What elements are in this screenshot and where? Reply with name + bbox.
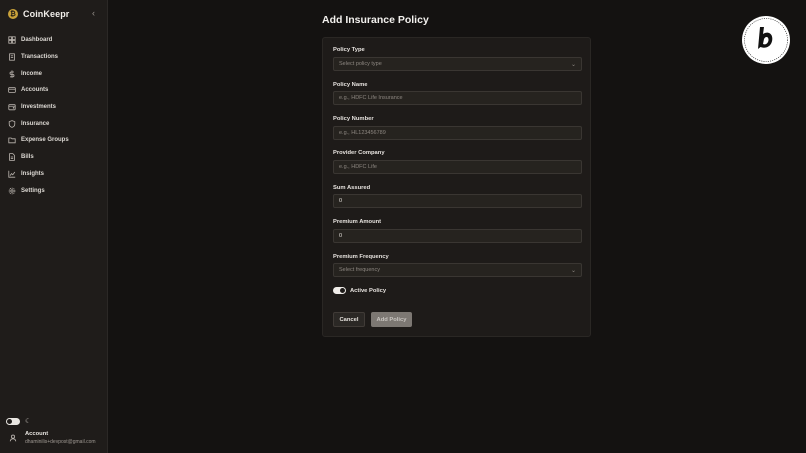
active-policy-label: Active Policy	[350, 287, 387, 294]
sidebar-item-label: Settings	[21, 187, 45, 194]
premium-amount-input[interactable]: 0	[333, 229, 582, 243]
dashboard-icon	[7, 36, 16, 45]
policy-type-select[interactable]: Select policy type ⌄	[333, 57, 582, 71]
brand[interactable]: ₿ CoinKeepr	[8, 8, 100, 20]
account-title: Account	[25, 431, 49, 437]
add-policy-form: Policy Type Select policy type ⌄ Policy …	[322, 37, 591, 337]
active-policy-row[interactable]: Active Policy	[333, 287, 386, 294]
premium-frequency-label: Premium Frequency	[333, 254, 389, 260]
sidebar-item-settings[interactable]: Settings	[0, 182, 107, 199]
sidebar-item-insurance[interactable]: Insurance	[0, 115, 107, 132]
premium-frequency-select[interactable]: Select frequency ⌄	[333, 263, 582, 277]
sum-assured-value: 0	[339, 198, 343, 204]
premium-amount-value: 0	[339, 233, 343, 239]
provider-company-label: Provider Company	[333, 150, 385, 156]
moon-icon: ☾	[25, 418, 32, 425]
sidebar-item-label: Expense Groups	[21, 137, 69, 144]
sum-assured-label: Sum Assured	[333, 185, 371, 191]
file-icon	[7, 153, 16, 162]
policy-type-label: Policy Type	[333, 47, 365, 53]
sidebar-item-label: Insurance	[21, 120, 50, 127]
sidebar: ₿ CoinKeepr ‹ Dashboard Transactions Inc…	[0, 0, 108, 453]
collapse-sidebar-icon[interactable]: ‹	[92, 8, 95, 18]
app-name: CoinKeepr	[23, 9, 70, 19]
sidebar-item-label: Investments	[21, 104, 57, 111]
premium-amount-label: Premium Amount	[333, 219, 382, 225]
receipt-icon	[7, 53, 16, 62]
folder-icon	[7, 136, 16, 145]
sidebar-item-label: Transactions	[21, 54, 59, 61]
wallet-icon	[7, 103, 16, 112]
provider-company-input[interactable]: e.g., HDFC Life	[333, 160, 582, 174]
sidebar-item-label: Accounts	[21, 87, 49, 94]
chart-icon	[7, 169, 16, 178]
sidebar-item-label: Insights	[21, 170, 45, 177]
dollar-icon	[7, 69, 16, 78]
sidebar-item-transactions[interactable]: Transactions	[0, 49, 107, 66]
premium-frequency-placeholder: Select frequency	[339, 267, 380, 273]
sidebar-item-bills[interactable]: Bills	[0, 149, 107, 166]
sidebar-nav: Dashboard Transactions Income Accounts I…	[0, 32, 107, 199]
provider-company-placeholder: e.g., HDFC Life	[339, 164, 377, 170]
account-email: dhaminilis+devpost@gmail.com	[25, 439, 96, 445]
page-title: Add Insurance Policy	[322, 14, 429, 26]
shield-icon	[7, 119, 16, 128]
sidebar-item-label: Income	[21, 70, 43, 77]
sidebar-item-insights[interactable]: Insights	[0, 166, 107, 183]
sum-assured-input[interactable]: 0	[333, 194, 582, 208]
sidebar-item-label: Bills	[21, 154, 34, 161]
account-menu[interactable]: Account dhaminilis+devpost@gmail.com	[7, 431, 96, 445]
sidebar-item-label: Dashboard	[21, 37, 53, 44]
theme-switch[interactable]: ☾	[6, 417, 31, 425]
gear-icon	[7, 186, 16, 195]
active-policy-switch[interactable]	[333, 287, 346, 294]
policy-number-label: Policy Number	[333, 116, 374, 122]
theme-toggle[interactable]	[6, 417, 20, 425]
cancel-button[interactable]: Cancel	[333, 312, 365, 327]
sidebar-item-expense-groups[interactable]: Expense Groups	[0, 132, 107, 149]
policy-number-input[interactable]: e.g., HL123456789	[333, 126, 582, 140]
sidebar-item-dashboard[interactable]: Dashboard	[0, 32, 107, 49]
sidebar-item-accounts[interactable]: Accounts	[0, 82, 107, 99]
sidebar-item-investments[interactable]: Investments	[0, 99, 107, 116]
policy-type-placeholder: Select policy type	[339, 61, 382, 67]
bolt-badge[interactable]	[741, 15, 791, 65]
sidebar-item-income[interactable]: Income	[0, 65, 107, 82]
chevron-down-icon: ⌄	[570, 268, 576, 274]
policy-name-placeholder: e.g., HDFC Life Insurance	[339, 95, 403, 101]
chevron-down-icon: ⌄	[570, 62, 576, 68]
credit-card-icon	[7, 86, 16, 95]
policy-name-input[interactable]: e.g., HDFC Life Insurance	[333, 91, 582, 105]
user-icon	[7, 433, 18, 444]
coin-logo-icon: ₿	[8, 9, 18, 19]
bolt-logo-icon	[742, 16, 790, 64]
policy-number-placeholder: e.g., HL123456789	[339, 130, 386, 136]
add-policy-button[interactable]: Add Policy	[371, 312, 412, 327]
policy-name-label: Policy Name	[333, 82, 368, 88]
